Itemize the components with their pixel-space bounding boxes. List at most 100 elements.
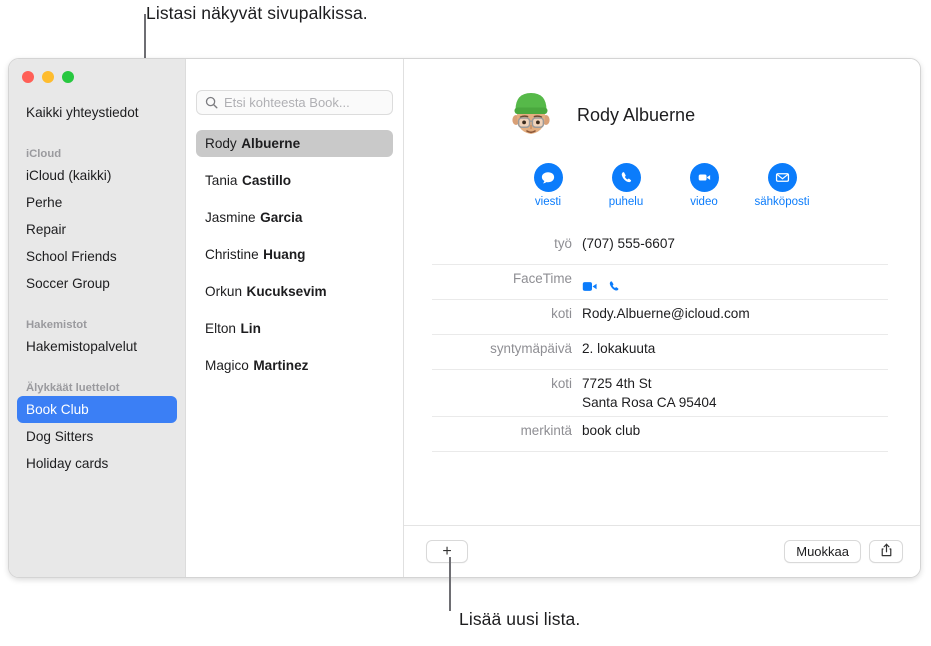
message-button[interactable]: viesti <box>529 163 567 208</box>
sidebar-item-icloud-all[interactable]: iCloud (kaikki) <box>17 162 177 189</box>
facetime-audio-icon[interactable] <box>608 260 621 298</box>
sidebar-item-book-club[interactable]: Book Club <box>17 396 177 423</box>
sidebar-item-label: Soccer Group <box>26 276 110 291</box>
contacts-window: Kaikki yhteystiedot iCloud iCloud (kaikk… <box>8 58 921 578</box>
sidebar-item-hakemistopalvelut[interactable]: Hakemistopalvelut <box>17 333 177 360</box>
contact-field-label: koti <box>551 306 572 321</box>
contact-list-item[interactable]: Orkun Kucuksevim <box>196 278 393 305</box>
sidebar-item-label: Dog Sitters <box>26 429 94 444</box>
sidebar-item-soccer-group[interactable]: Soccer Group <box>17 270 177 297</box>
search-input[interactable]: Etsi kohteesta Book... <box>196 90 393 115</box>
contact-family-name: Lin <box>240 321 261 336</box>
contact-field-value <box>582 269 621 291</box>
contact-field-row: syntymäpäivä 2. lokakuuta <box>432 335 888 370</box>
search-icon <box>205 96 218 109</box>
callout-top-text: Listasi näkyvät sivupalkissa. <box>146 3 368 23</box>
contact-field-row: koti 7725 4th St Santa Rosa CA 95404 <box>432 370 888 417</box>
sidebar-item-repair[interactable]: Repair <box>17 216 177 243</box>
phone-icon <box>611 163 641 192</box>
sidebar-item-label: Kaikki yhteystiedot <box>26 105 139 120</box>
video-button[interactable]: video <box>685 163 723 208</box>
contact-field-row: työ (707) 555-6607 <box>432 230 888 265</box>
contact-field-label: työ <box>554 236 572 251</box>
contact-header: Rody Albuerne <box>424 86 904 144</box>
contact-field-label: merkintä <box>520 423 572 438</box>
contact-family-name: Martinez <box>253 358 309 373</box>
facetime-video-icon[interactable] <box>582 260 598 298</box>
edit-button[interactable]: Muokkaa <box>784 540 861 563</box>
sidebar-section-header-hakemistot: Hakemistot <box>26 319 87 331</box>
phone-button[interactable]: puhelu <box>607 163 645 208</box>
callout-bottom-text: Lisää uusi lista. <box>459 609 581 629</box>
add-list-button[interactable]: + <box>426 540 468 563</box>
sidebar-list: Kaikki yhteystiedot iCloud iCloud (kaikk… <box>9 83 185 477</box>
close-button[interactable] <box>22 71 34 83</box>
sidebar-item-school-friends[interactable]: School Friends <box>17 243 177 270</box>
contact-family-name: Kucuksevim <box>246 284 327 299</box>
bottom-toolbar: + Muokkaa <box>404 525 920 577</box>
sidebar-item-all-contacts[interactable]: Kaikki yhteystiedot <box>17 99 177 126</box>
contact-fields: työ (707) 555-6607 FaceTime koti Rody.Al… <box>432 230 888 452</box>
contact-field-row: koti Rody.Albuerne@icloud.com <box>432 300 888 335</box>
contact-field-label: koti <box>551 376 572 391</box>
sidebar-item-label: Perhe <box>26 195 63 210</box>
sidebar-item-dog-sitters[interactable]: Dog Sitters <box>17 423 177 450</box>
contact-field-value[interactable]: 7725 4th St Santa Rosa CA 95404 <box>582 374 717 412</box>
contact-list-pane: Etsi kohteesta Book... Rody Albuerne Tan… <box>186 59 404 577</box>
message-button-label: viesti <box>534 196 562 208</box>
contact-field-value[interactable]: Rody.Albuerne@icloud.com <box>582 304 750 323</box>
sidebar-item-holiday-cards[interactable]: Holiday cards <box>17 450 177 477</box>
mail-icon <box>767 163 797 192</box>
sidebar-item-label: iCloud (kaikki) <box>26 168 112 183</box>
message-icon <box>533 163 563 192</box>
sidebar-item-label: Hakemistopalvelut <box>26 339 138 354</box>
sidebar: Kaikki yhteystiedot iCloud iCloud (kaikk… <box>9 59 186 577</box>
phone-button-label: puhelu <box>608 196 644 208</box>
sidebar-item-label: Holiday cards <box>26 456 109 471</box>
window-controls <box>9 59 185 83</box>
contact-field-row: FaceTime <box>432 265 888 300</box>
contact-given-name: Jasmine <box>205 210 256 225</box>
sidebar-item-label: School Friends <box>26 249 117 264</box>
sidebar-section-header-smart-lists: Älykkäät luettelot <box>26 382 120 394</box>
contact-list-item[interactable]: Jasmine Garcia <box>196 204 393 231</box>
edit-button-label: Muokkaa <box>796 544 849 559</box>
minimize-button[interactable] <box>42 71 54 83</box>
contact-family-name: Castillo <box>242 173 292 188</box>
contact-list-item[interactable]: Christine Huang <box>196 241 393 268</box>
contact-list-item[interactable]: Elton Lin <box>196 315 393 342</box>
contact-detail-body: Rody Albuerne viesti puhelu video sähköp… <box>404 59 920 525</box>
maximize-button[interactable] <box>62 71 74 83</box>
contact-list-item[interactable]: Rody Albuerne <box>196 130 393 157</box>
contact-detail-pane: Rody Albuerne viesti puhelu video sähköp… <box>404 59 920 577</box>
sidebar-item-label: Book Club <box>26 402 89 417</box>
contact-list-item[interactable]: Magico Martinez <box>196 352 393 379</box>
contact-field-value[interactable]: (707) 555-6607 <box>582 234 675 253</box>
search-placeholder: Etsi kohteesta Book... <box>224 95 350 110</box>
callout-bottom-leader-line <box>449 557 451 611</box>
contact-list-item[interactable]: Tania Castillo <box>196 167 393 194</box>
memoji-avatar[interactable] <box>502 86 560 144</box>
contact-field-value[interactable]: 2. lokakuuta <box>582 339 655 358</box>
mail-button-label: sähköposti <box>754 196 810 208</box>
contact-given-name: Magico <box>205 358 249 373</box>
video-icon <box>689 163 719 192</box>
contact-field-row: merkintä book club <box>432 417 888 452</box>
contact-name: Rody Albuerne <box>577 104 696 125</box>
contact-list: Rody Albuerne Tania Castillo Jasmine Gar… <box>196 130 393 379</box>
contact-family-name: Albuerne <box>241 136 301 151</box>
contact-given-name: Elton <box>205 321 236 336</box>
contact-field-value[interactable]: book club <box>582 421 640 440</box>
contact-family-name: Garcia <box>260 210 303 225</box>
contact-given-name: Orkun <box>205 284 243 299</box>
mail-button[interactable]: sähköposti <box>755 163 810 208</box>
contact-field-label: FaceTime <box>512 271 572 286</box>
video-button-label: video <box>690 196 718 208</box>
contact-given-name: Tania <box>205 173 238 188</box>
sidebar-item-perhe[interactable]: Perhe <box>17 189 177 216</box>
contact-field-label: syntymäpäivä <box>490 341 572 356</box>
share-button[interactable] <box>869 540 903 563</box>
contact-action-buttons: viesti puhelu video sähköposti <box>424 163 904 208</box>
